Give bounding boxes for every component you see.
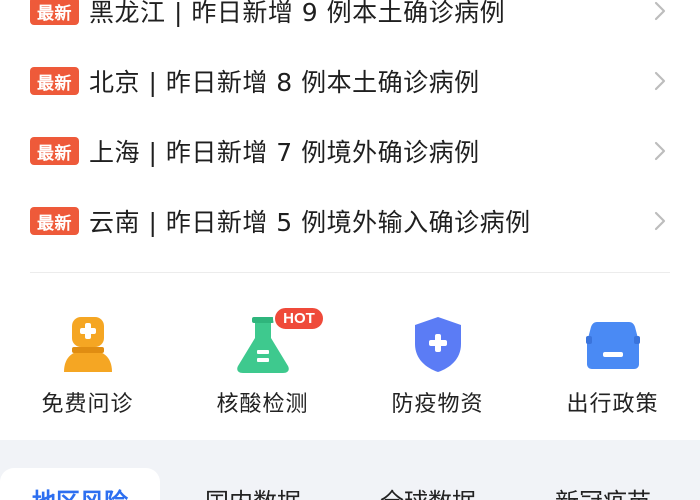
hot-badge: HOT [273, 306, 325, 331]
doctor-icon [58, 314, 118, 374]
section-divider [30, 272, 670, 273]
tab-bar: 地区风险 国内数据 全球数据 新冠疫苗 [0, 440, 700, 500]
news-item[interactable]: 最新 云南 | 昨日新增 5 例境外输入确诊病例 [0, 186, 700, 256]
news-item[interactable]: 最新 黑龙江 | 昨日新增 9 例本土确诊病例 [0, 0, 700, 46]
news-badge: 最新 [30, 0, 79, 25]
news-item-text: 云南 | 昨日新增 5 例境外输入确诊病例 [89, 208, 531, 237]
news-list: 最新 黑龙江 | 昨日新增 9 例本土确诊病例 最新 北京 | 昨日新增 8 例… [0, 0, 700, 256]
chevron-right-icon [654, 71, 666, 91]
chevron-right-icon [654, 141, 666, 161]
news-item-text: 北京 | 昨日新增 8 例本土确诊病例 [89, 68, 480, 97]
shield-plus-icon [408, 314, 468, 374]
tab-region-risk[interactable]: 地区风险 [0, 468, 160, 500]
tab-vaccine[interactable]: 新冠疫苗 [555, 468, 651, 500]
service-label: 出行政策 [566, 392, 659, 417]
news-item[interactable]: 最新 上海 | 昨日新增 7 例境外确诊病例 [0, 116, 700, 186]
chevron-right-icon [654, 1, 666, 21]
news-badge: 最新 [30, 137, 79, 165]
chevron-right-icon [654, 211, 666, 231]
tab-global-data[interactable]: 全球数据 [380, 468, 476, 500]
tab-domestic-data[interactable]: 国内数据 [205, 468, 301, 500]
news-item[interactable]: 最新 北京 | 昨日新增 8 例本土确诊病例 [0, 46, 700, 116]
service-label: 核酸检测 [216, 392, 309, 417]
car-icon [583, 314, 643, 374]
service-free-consultation[interactable]: 免费问诊 [0, 300, 175, 425]
service-label: 防疫物资 [391, 392, 484, 417]
news-badge: 最新 [30, 207, 79, 235]
news-item-text: 黑龙江 | 昨日新增 9 例本土确诊病例 [89, 0, 506, 27]
service-travel-policy[interactable]: 出行政策 [525, 300, 700, 425]
service-grid: 免费问诊 核酸检测 防疫物资 出行政策 [0, 300, 700, 430]
service-supplies[interactable]: 防疫物资 [350, 300, 525, 425]
screen: 最新 黑龙江 | 昨日新增 9 例本土确诊病例 最新 北京 | 昨日新增 8 例… [0, 0, 700, 500]
news-item-text: 上海 | 昨日新增 7 例境外确诊病例 [89, 138, 480, 167]
news-badge: 最新 [30, 67, 79, 95]
service-label: 免费问诊 [41, 392, 134, 417]
